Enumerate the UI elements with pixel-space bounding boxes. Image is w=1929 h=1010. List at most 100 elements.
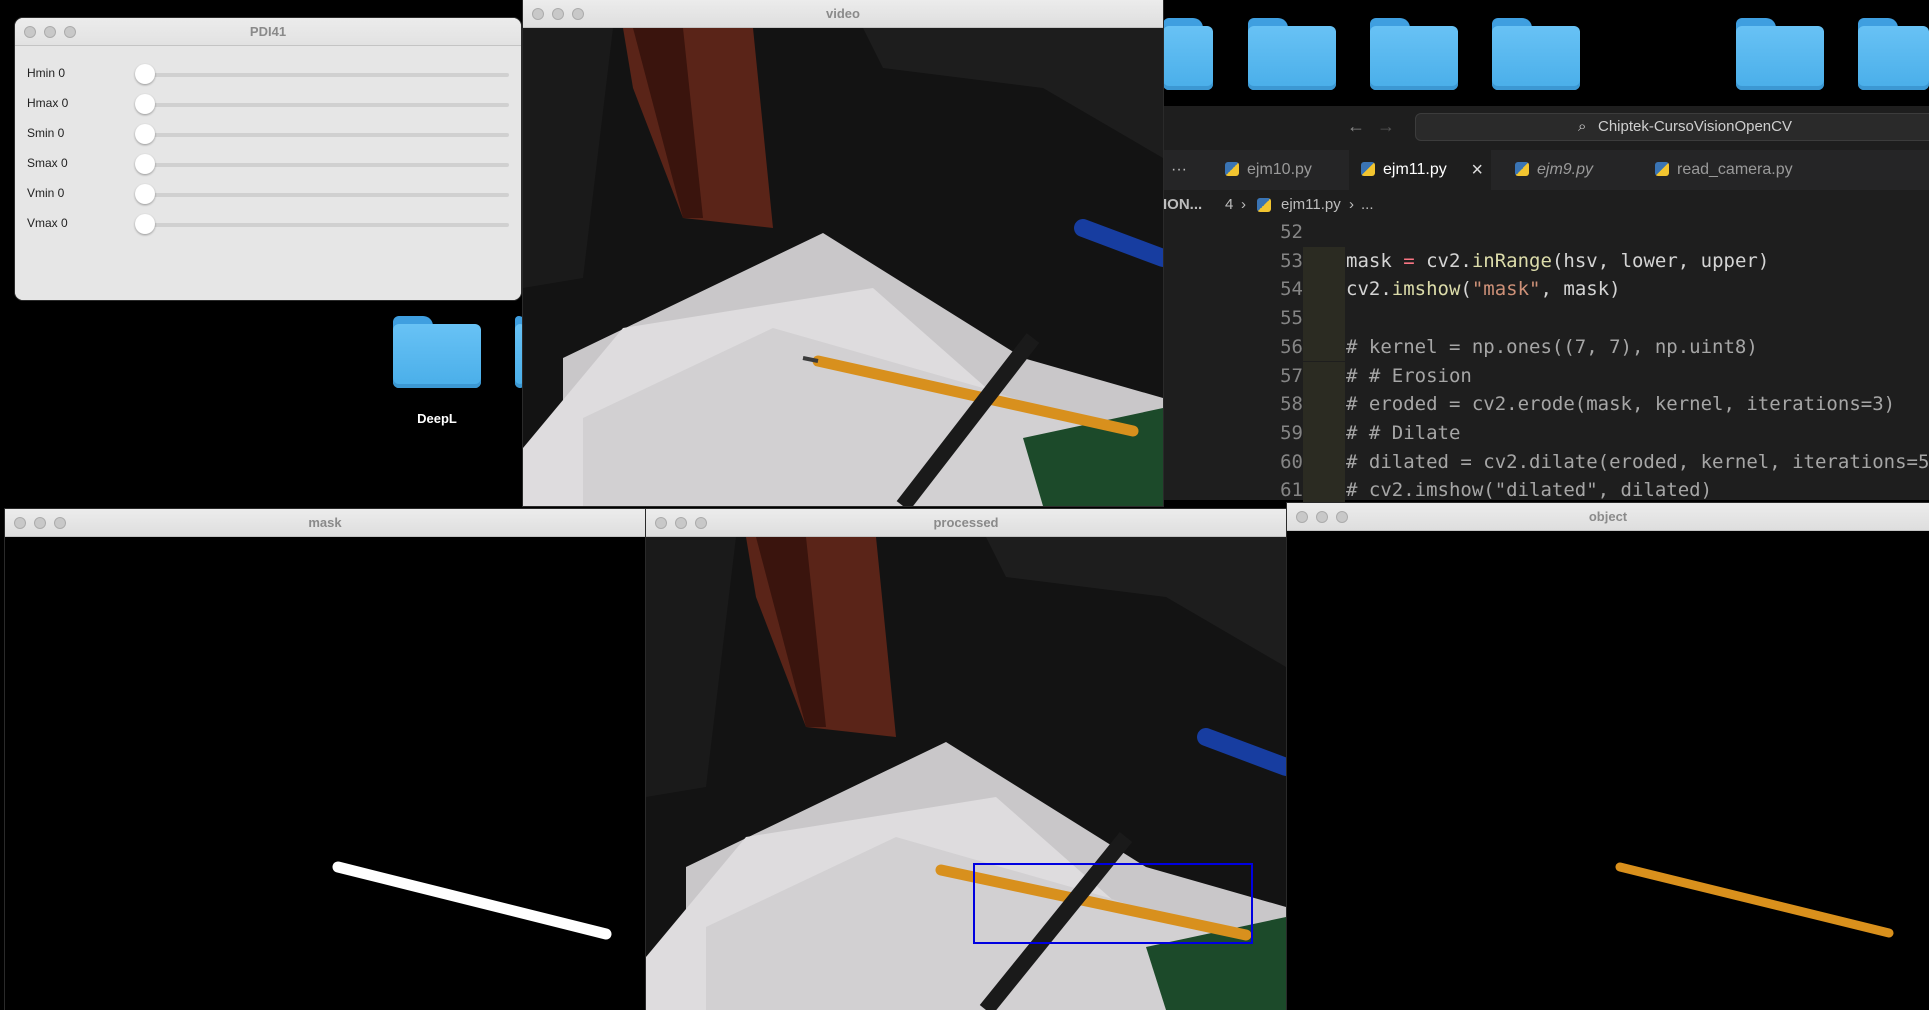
search-icon: ⌕ — [1578, 118, 1587, 135]
trackbar-row: Smax 0 — [15, 150, 521, 180]
window-title: video — [826, 6, 860, 21]
trackbar-track[interactable] — [151, 133, 509, 137]
code-text: # # Erosion — [1346, 364, 1472, 387]
camera-image — [523, 28, 1163, 506]
code-text: # dilated = cv2.dilate(eroded, kernel, i… — [1346, 450, 1929, 473]
trackbar-knob[interactable] — [135, 64, 155, 84]
trackbar-track[interactable] — [151, 163, 509, 167]
tab-label: ejm9.py — [1537, 161, 1594, 178]
line-number: 56 — [1280, 335, 1303, 358]
mask-blob — [332, 861, 612, 940]
indent-guide — [1303, 275, 1345, 305]
editor-titlebar: ← → ⌕ Chiptek-CursoVisionOpenCV — [1163, 106, 1929, 146]
desktop-folder-icon[interactable] — [1163, 18, 1213, 90]
indent-guide — [1303, 390, 1345, 419]
code-line[interactable]: 53 mask = cv2.inRange(hsv, lower, upper) — [1163, 246, 1929, 276]
forward-arrow-icon[interactable]: → — [1377, 116, 1395, 137]
code-line[interactable]: 60 # dilated = cv2.dilate(eroded, kernel,… — [1163, 447, 1929, 477]
indent-guide — [1303, 418, 1345, 448]
trackbar-row: Vmin 0 — [15, 180, 521, 210]
code-line[interactable]: 54 cv2.imshow("mask", mask) — [1163, 275, 1929, 305]
trackbar-track[interactable] — [151, 223, 509, 227]
trackbar-knob[interactable] — [135, 184, 155, 204]
code-line[interactable]: 52 — [1163, 218, 1929, 247]
tab-read-camera[interactable]: read_camera.py — [1643, 150, 1823, 190]
code-text: # kernel = np.ones((7, 7), np.uint8) — [1346, 335, 1758, 358]
breadcrumb-separator-icon: › — [1349, 196, 1354, 213]
line-number: 54 — [1280, 278, 1303, 301]
trackbar-label: Vmax 0 — [27, 216, 68, 230]
tab-label: ejm11.py — [1383, 161, 1447, 178]
object-window: object — [1287, 503, 1929, 1010]
line-number: 53 — [1280, 249, 1303, 272]
tab-ejm11[interactable]: ejm11.py × — [1349, 150, 1491, 190]
window-titlebar[interactable]: processed — [646, 509, 1286, 537]
trackbar-label: Vmin 0 — [27, 186, 65, 200]
python-icon — [1361, 162, 1375, 176]
tab-label: read_camera.py — [1677, 161, 1793, 178]
window-title: processed — [933, 515, 999, 530]
back-arrow-icon[interactable]: ← — [1347, 116, 1365, 137]
desktop-folder-icon[interactable] — [1248, 18, 1336, 90]
trackbar-track[interactable] — [151, 193, 509, 197]
editor-tabs: ··· ejm10.py ejm11.py × ejm9.py read_cam… — [1163, 150, 1929, 190]
line-number: 55 — [1280, 307, 1303, 330]
video-frame — [523, 28, 1163, 506]
window-titlebar[interactable]: video — [523, 0, 1163, 28]
python-icon — [1225, 162, 1239, 176]
window-titlebar[interactable]: mask — [5, 509, 645, 537]
line-number: 58 — [1280, 393, 1303, 416]
processed-window: processed — [646, 509, 1286, 1010]
desktop-folder-icon[interactable] — [1736, 18, 1824, 90]
trackbar-knob[interactable] — [135, 154, 155, 174]
python-icon — [1655, 162, 1669, 176]
line-number: 61 — [1280, 479, 1303, 502]
tab-ejm9[interactable]: ejm9.py — [1503, 150, 1643, 190]
mask-frame — [5, 537, 645, 1010]
trackbar-label: Smin 0 — [27, 126, 65, 140]
python-icon — [1257, 198, 1271, 212]
trackbar-knob[interactable] — [135, 94, 155, 114]
desktop-folder-icon[interactable] — [1858, 18, 1929, 90]
code-line[interactable]: 57 # # Erosion — [1163, 361, 1929, 391]
code-line[interactable]: 55 — [1163, 304, 1929, 333]
trackbar-knob[interactable] — [135, 124, 155, 144]
desktop-folder-icon[interactable] — [1492, 18, 1580, 90]
line-number: 59 — [1280, 421, 1303, 444]
code-line[interactable]: 59 # # Dilate — [1163, 418, 1929, 448]
trackbar-knob[interactable] — [135, 214, 155, 234]
python-icon — [1515, 162, 1529, 176]
indent-guide — [1303, 447, 1345, 477]
window-title: PDI41 — [249, 24, 287, 39]
code-editor: ← → ⌕ Chiptek-CursoVisionOpenCV ··· ejm1… — [1163, 106, 1929, 505]
command-search-input[interactable]: ⌕ Chiptek-CursoVisionOpenCV — [1415, 113, 1929, 141]
code-text: # # Dilate — [1346, 421, 1461, 444]
detection-bounding-box — [973, 863, 1253, 944]
window-titlebar[interactable]: PDI41 — [15, 18, 521, 46]
breadcrumb-folder[interactable]: 4 — [1225, 190, 1233, 220]
code-text: # eroded = cv2.erode(mask, kernel, itera… — [1346, 393, 1896, 416]
indent-guide — [1303, 246, 1345, 276]
close-icon[interactable]: × — [1471, 150, 1483, 190]
tab-ejm10[interactable]: ejm10.py — [1213, 150, 1371, 190]
line-number: 57 — [1280, 364, 1303, 387]
window-titlebar[interactable]: object — [1287, 503, 1929, 531]
deepl-folder-icon[interactable] — [393, 316, 481, 388]
breadcrumb-separator-icon: › — [1241, 196, 1246, 213]
trackbar-track[interactable] — [151, 103, 509, 107]
search-text: Chiptek-CursoVisionOpenCV — [1598, 118, 1792, 135]
trackbar-track[interactable] — [151, 73, 509, 77]
trackbar-label: Hmax 0 — [27, 96, 69, 110]
indent-guide — [1303, 476, 1345, 505]
code-line[interactable]: 61 # cv2.imshow("dilated", dilated) — [1163, 476, 1929, 505]
desktop-folder-icon[interactable] — [1370, 18, 1458, 90]
code-line[interactable]: 56 # kernel = np.ones((7, 7), np.uint8) — [1163, 332, 1929, 362]
sliders-panel: Hmin 0 Hmax 0 Smin 0 Smax 0 Vmin 0 Vmax 0 — [15, 46, 521, 300]
code-area[interactable]: 52 53 mask = cv2.inRange(hsv, lower, upper… — [1163, 218, 1929, 505]
trackbar-label: Smax 0 — [27, 156, 68, 170]
tabs-overflow-button[interactable]: ··· — [1171, 150, 1187, 190]
breadcrumb-file[interactable]: ejm11.py — [1281, 190, 1341, 220]
code-text: cv2.imshow("mask", mask) — [1346, 278, 1621, 301]
trackbar-row: Hmax 0 — [15, 90, 521, 120]
code-line[interactable]: 58 # eroded = cv2.erode(mask, kernel, ite… — [1163, 390, 1929, 419]
